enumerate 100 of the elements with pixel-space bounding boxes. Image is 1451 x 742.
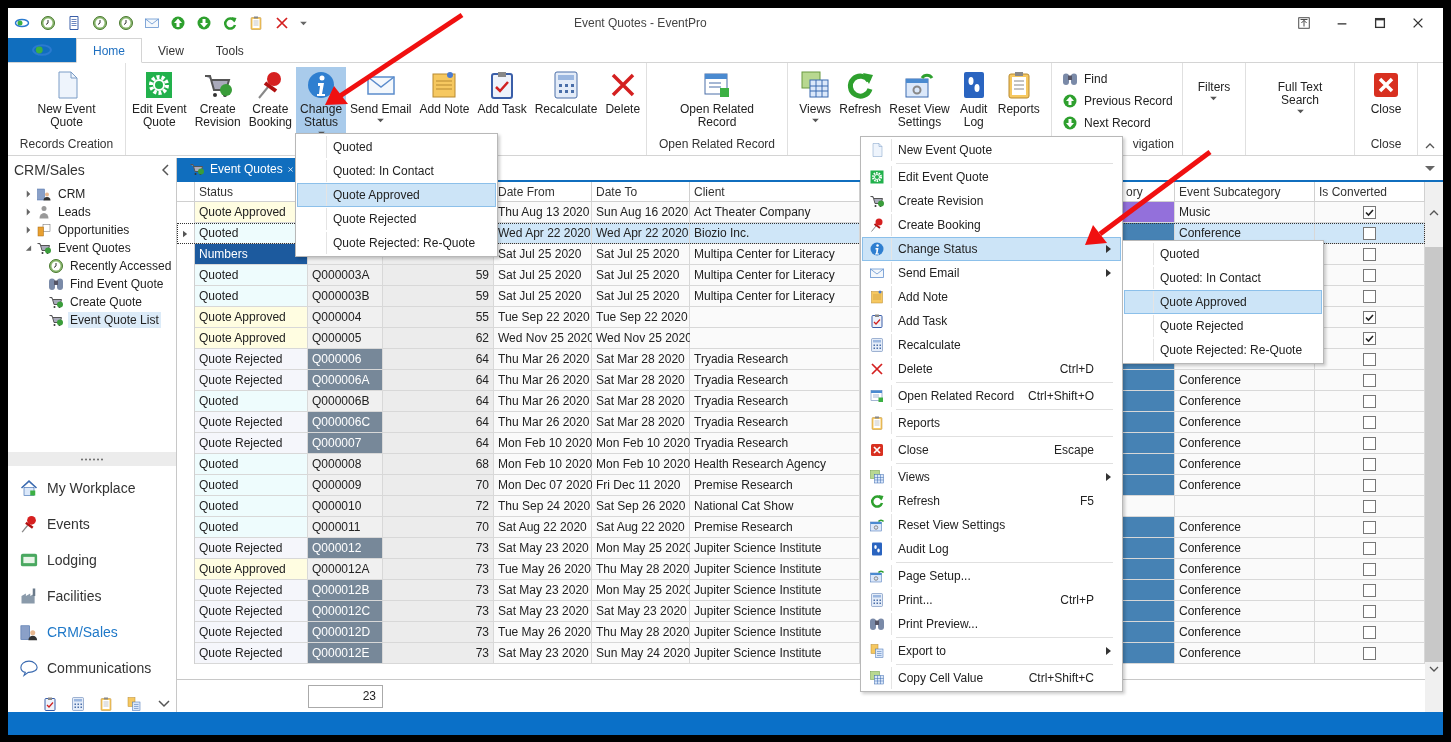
ribbon-button[interactable]: Reports <box>993 67 1044 133</box>
caret-icon[interactable] <box>300 20 307 26</box>
expander-icon[interactable] <box>25 189 32 198</box>
tree-item[interactable]: Leads <box>56 203 93 220</box>
tree-item[interactable]: Event Quote List <box>68 311 161 328</box>
checkbox[interactable] <box>1363 415 1376 429</box>
refresh-icon[interactable] <box>222 15 238 31</box>
ribbon-button[interactable]: Close <box>1366 67 1406 133</box>
scrollbar[interactable] <box>1425 182 1443 712</box>
ribbon-tab[interactable]: View <box>142 38 200 63</box>
checkbox[interactable] <box>1363 499 1376 513</box>
clock-icon[interactable] <box>92 15 108 31</box>
ribbon-button[interactable]: Send Email <box>346 67 416 133</box>
splitter-grip-icon[interactable] <box>80 457 104 461</box>
ribbon-button[interactable]: Find <box>1058 67 1112 90</box>
menu-item[interactable]: Edit Event Quote <box>862 165 1121 189</box>
ribbon-button[interactable]: New Event Quote <box>33 67 100 133</box>
nav-button[interactable]: CRM/Sales <box>8 614 176 650</box>
clock-icon[interactable] <box>40 15 56 31</box>
document-icon[interactable] <box>66 15 82 31</box>
checkbox[interactable] <box>1363 373 1376 387</box>
scroll-thumb[interactable] <box>1425 246 1443 662</box>
checkbox[interactable] <box>1363 436 1376 450</box>
checkbox[interactable] <box>1363 457 1376 471</box>
clipboard-check-icon[interactable] <box>42 696 58 712</box>
envelope-icon[interactable] <box>144 15 160 31</box>
maximize-icon[interactable] <box>1373 16 1387 30</box>
ribbon-button[interactable]: Delete <box>601 67 645 133</box>
clock-icon[interactable] <box>118 15 134 31</box>
clipboard-icon[interactable] <box>98 696 114 712</box>
close-icon[interactable] <box>1411 16 1425 30</box>
menu-item[interactable]: Quote Approved <box>297 183 496 207</box>
cross-icon[interactable] <box>274 15 290 31</box>
clipboard-icon[interactable] <box>248 15 264 31</box>
ribbon-button[interactable]: Next Record <box>1058 111 1155 134</box>
ribbon-button[interactable]: Create Revision <box>190 67 245 133</box>
ribbon-button[interactable]: Edit Event Quote <box>127 67 191 133</box>
tree-item[interactable]: Recently Accessed <box>68 257 174 274</box>
ribbon-button[interactable]: Views <box>795 67 836 133</box>
menu-item[interactable]: Quoted <box>1124 242 1322 266</box>
checkbox[interactable] <box>1363 583 1376 597</box>
ribbon-button[interactable]: Audit Log <box>953 67 994 133</box>
nav-button[interactable]: Events <box>8 506 176 542</box>
menu-item[interactable]: Add Note <box>862 285 1121 309</box>
menu-item[interactable]: Quoted: In Contact <box>297 159 496 183</box>
tree-item[interactable]: CRM <box>56 185 88 202</box>
checkbox[interactable] <box>1363 604 1376 618</box>
ribbon-button[interactable]: Add Task <box>473 67 531 133</box>
scroll-up-icon[interactable] <box>1429 210 1439 216</box>
ribbon-button[interactable]: Open Related Record <box>675 67 759 133</box>
checkbox[interactable] <box>1363 394 1376 408</box>
ribbon-button[interactable]: Full Text Search <box>1273 67 1327 133</box>
ribbon-button[interactable]: Create Booking <box>244 67 297 133</box>
checkbox[interactable] <box>1363 268 1376 282</box>
nav-button[interactable]: Facilities <box>8 578 176 614</box>
ribbon-button[interactable]: Refresh <box>835 67 886 133</box>
checkbox[interactable] <box>1363 331 1376 345</box>
checkbox[interactable] <box>1363 226 1376 240</box>
chevron-left-icon[interactable] <box>162 163 170 176</box>
ribbon-button[interactable]: Reset View Settings <box>885 67 954 133</box>
column-header[interactable]: Date To <box>592 182 690 201</box>
checkbox[interactable] <box>1363 520 1376 534</box>
checkbox[interactable] <box>1363 646 1376 660</box>
calculator-icon[interactable] <box>70 696 86 712</box>
ribbon-button[interactable]: Previous Record <box>1058 89 1177 112</box>
checkbox[interactable] <box>1363 352 1376 366</box>
ribbon-button[interactable]: Filters <box>1193 67 1235 133</box>
checkbox[interactable] <box>1363 289 1376 303</box>
ribbon-button[interactable]: Change Status <box>296 67 347 133</box>
expander-icon[interactable] <box>25 207 32 216</box>
pin-window-icon[interactable] <box>1297 16 1311 30</box>
documents-icon[interactable] <box>126 696 142 712</box>
chevron-down-icon[interactable] <box>158 700 170 708</box>
ribbon-button[interactable]: Add Note <box>415 67 474 133</box>
checkbox[interactable] <box>1363 541 1376 555</box>
menu-item[interactable]: Quote Approved <box>1124 290 1322 314</box>
menu-item[interactable]: Audit Log <box>862 537 1121 561</box>
checkbox[interactable] <box>1363 247 1376 261</box>
nav-button[interactable]: Communications <box>8 650 176 686</box>
caret-icon[interactable] <box>1425 166 1435 172</box>
menu-item[interactable]: Quoted <box>297 135 496 159</box>
tree-item[interactable]: Create Quote <box>68 293 145 310</box>
expander-icon[interactable] <box>25 243 32 252</box>
column-header[interactable]: Event Subcategory <box>1175 182 1315 201</box>
ribbon-button[interactable]: Recalculate <box>530 67 602 133</box>
checkbox[interactable] <box>1363 562 1376 576</box>
checkbox[interactable] <box>1363 478 1376 492</box>
scroll-down-icon[interactable] <box>1429 666 1439 672</box>
menu-item[interactable]: Copy Cell Value Ctrl+Shift+C <box>862 666 1121 690</box>
expander-icon[interactable] <box>25 225 32 234</box>
checkbox[interactable] <box>1363 625 1376 639</box>
tree-item[interactable]: Event Quotes <box>56 239 133 256</box>
checkbox[interactable] <box>1363 205 1376 219</box>
tree-item[interactable]: Find Event Quote <box>68 275 166 292</box>
ribbon-tab[interactable]: Home <box>76 38 142 63</box>
menu-item[interactable]: Reports <box>862 411 1121 435</box>
collapse-icon[interactable] <box>1425 143 1435 149</box>
menu-item[interactable]: New Event Quote <box>862 138 1121 162</box>
nav-button[interactable]: My Workplace <box>8 470 176 506</box>
checkbox[interactable] <box>1363 310 1376 324</box>
